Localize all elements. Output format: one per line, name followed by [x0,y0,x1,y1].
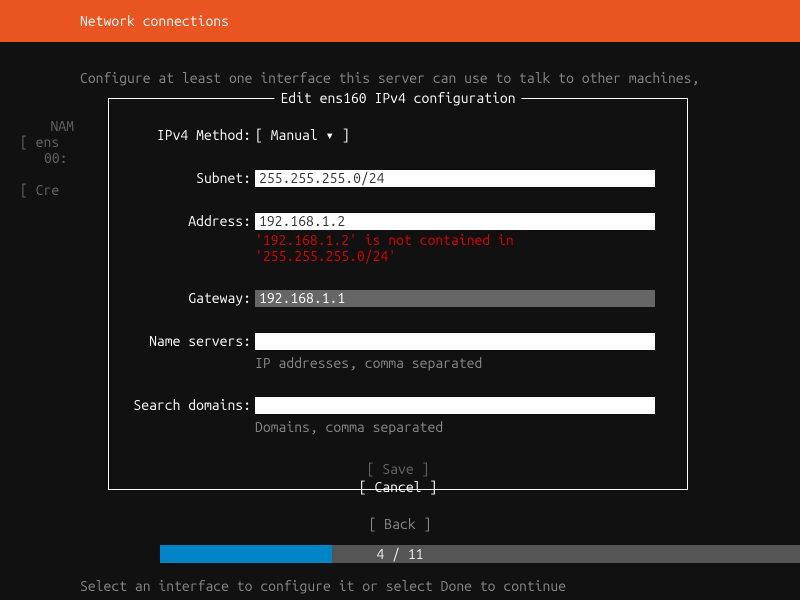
save-button[interactable]: [ Save ] [127,461,669,477]
bg-text-mac: 00: [44,150,68,166]
ipv4-method-dropdown[interactable]: [ Manual ▾ ] [255,127,350,143]
searchdomains-hint: Domains, comma separated [255,419,669,435]
gateway-input[interactable]: 192.168.1.1 [255,290,655,307]
instruction-text: Configure at least one interface this se… [0,42,800,86]
cancel-button[interactable]: [ Cancel ] [127,479,669,495]
searchdomains-label: Search domains: [127,397,255,413]
bg-text-ens: [ ens [20,134,59,150]
address-input[interactable]: 192.168.1.2 [255,213,655,230]
gateway-label: Gateway: [127,290,255,306]
nameservers-label: Name servers: [127,333,255,349]
page-title: Network connections [80,13,229,29]
bg-text-nam: NAM [44,118,74,134]
nameservers-input[interactable] [255,333,655,350]
subnet-input[interactable]: 255.255.255.0/24 [255,170,655,187]
address-label: Address: [127,213,255,229]
nameservers-hint: IP addresses, comma separated [255,355,669,371]
ipv4-config-dialog: Edit ens160 IPv4 configuration IPv4 Meth… [108,98,688,490]
back-button[interactable]: [ Back ] [0,516,800,532]
address-error: '192.168.1.2' is not contained in '255.2… [255,232,669,264]
subnet-label: Subnet: [127,170,255,186]
bg-text-cre: [ Cre [20,182,59,198]
dialog-title: Edit ens160 IPv4 configuration [274,90,521,106]
progress-text: 4 / 11 [0,545,800,563]
searchdomains-input[interactable] [255,397,655,414]
method-label: IPv4 Method: [127,127,255,143]
header-bar: Network connections [0,0,800,42]
bottom-instruction: Select an interface to configure it or s… [80,578,566,594]
